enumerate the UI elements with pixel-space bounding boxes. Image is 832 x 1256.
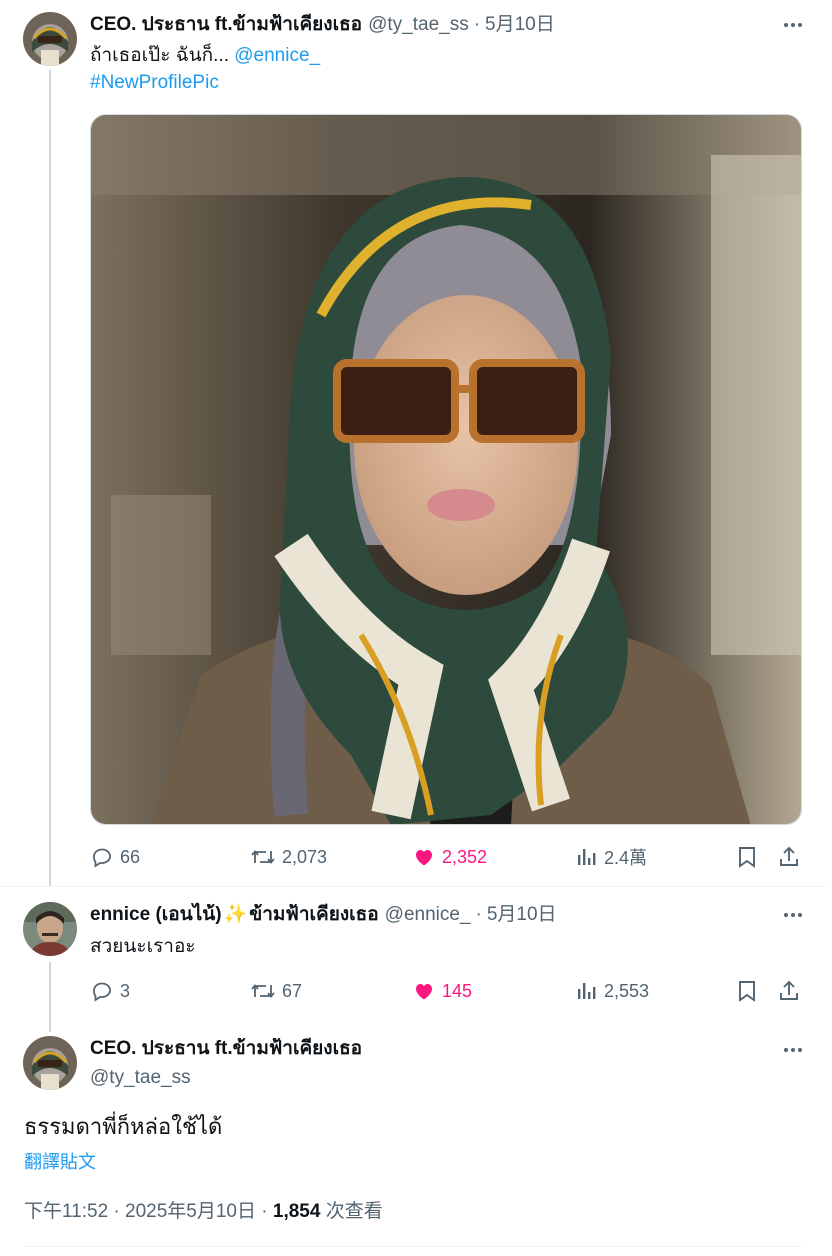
thread-line xyxy=(49,70,51,886)
display-name[interactable]: ennice (เอนไน้) xyxy=(90,903,222,927)
display-name[interactable]: CEO. ประธาน ft.ข้ามฟ้าเคียงเธอ xyxy=(90,13,362,37)
tweet-header: ennice (เอนไน้) ✨ ข้ามฟ้าเคียงเธอ @ennic… xyxy=(90,903,557,927)
thread-line xyxy=(49,962,51,1032)
heart-icon xyxy=(416,984,432,1000)
views-button[interactable]: 2,553 xyxy=(576,976,649,1006)
tweet-actions: 3 67 145 2,553 xyxy=(90,976,802,1006)
share-button[interactable] xyxy=(778,976,800,1006)
repost-count: 2,073 xyxy=(282,846,328,867)
views-count: 2,553 xyxy=(604,980,650,1001)
tweet-header: CEO. ประธาน ft.ข้ามฟ้าเคียงเธอ @ty_tae_s… xyxy=(90,13,555,37)
repost-icon xyxy=(251,984,275,998)
user-handle[interactable]: @ty_tae_ss xyxy=(90,1066,191,1090)
avatar[interactable] xyxy=(23,12,77,66)
avatar[interactable] xyxy=(23,902,77,956)
tweet-date[interactable]: 5月10日 xyxy=(487,903,557,927)
separator: · xyxy=(473,14,481,35)
divider xyxy=(0,886,826,887)
repost-count: 67 xyxy=(282,980,303,1001)
views-icon xyxy=(578,849,596,865)
views-button[interactable]: 2.4萬 xyxy=(576,842,647,872)
more-icon[interactable] xyxy=(778,1038,808,1062)
tweet-timestamp[interactable]: 下午11:52 · 2025年5月10日 · xyxy=(24,1201,273,1222)
tweet-text: ธรรมดาพี่ก็หล่อใช้ได้ xyxy=(24,1114,223,1139)
tweet-text: ถ้าเธอเป๊ะ ฉันก็... @ennice_ xyxy=(90,42,320,69)
tweet-meta: 下午11:52 · 2025年5月10日 · 1,854 次查看 xyxy=(24,1196,383,1223)
repost-button[interactable]: 67 xyxy=(250,976,302,1006)
bookmark-icon xyxy=(739,847,755,868)
like-button[interactable]: 145 xyxy=(412,976,472,1006)
mention-link[interactable]: @ennice_ xyxy=(234,45,320,66)
views-count: 2.4萬 xyxy=(604,848,648,868)
bookmark-icon xyxy=(739,981,755,1002)
reply-count: 66 xyxy=(120,846,141,867)
more-icon[interactable] xyxy=(778,903,808,927)
share-icon xyxy=(780,980,798,1000)
bookmark-button[interactable] xyxy=(736,842,758,872)
reply-icon xyxy=(93,848,111,868)
tweet-text-line: ถ้าเธอเป๊ะ ฉันก็... xyxy=(90,45,229,66)
heart-icon xyxy=(416,850,432,866)
reply-icon xyxy=(93,982,111,1002)
reply-button[interactable]: 66 xyxy=(90,842,140,872)
user-handle[interactable]: @ennice_ xyxy=(385,903,471,927)
hashtag-link[interactable]: #NewProfilePic xyxy=(90,72,219,93)
translate-link[interactable]: 翻譯貼文 xyxy=(24,1148,96,1174)
handle-line: @ty_tae_ss xyxy=(90,1066,191,1090)
sparkle-emoji: ✨ xyxy=(223,904,248,925)
tweet-text: สวยนะเราอะ xyxy=(90,936,196,957)
avatar[interactable] xyxy=(23,1036,77,1090)
display-name[interactable]: CEO. ประธาน ft.ข้ามฟ้าเคียงเธอ xyxy=(90,1037,362,1061)
reply-count: 3 xyxy=(120,980,131,1001)
share-button[interactable] xyxy=(778,842,800,872)
tweet-photo[interactable] xyxy=(90,114,802,825)
reply-button[interactable]: 3 xyxy=(90,976,130,1006)
tweet-header: CEO. ประธาน ft.ข้ามฟ้าเคียงเธอ xyxy=(90,1037,362,1061)
more-icon[interactable] xyxy=(778,13,808,37)
like-button[interactable]: 2,352 xyxy=(412,842,487,872)
like-count: 145 xyxy=(442,980,473,1001)
tweet-actions: 66 2,073 2,352 2.4萬 xyxy=(90,842,802,872)
divider xyxy=(24,1246,802,1247)
hashtag-line: #NewProfilePic xyxy=(90,69,219,96)
display-name-suffix[interactable]: ข้ามฟ้าเคียงเธอ xyxy=(249,903,378,927)
tweet-date[interactable]: 5月10日 xyxy=(485,13,555,37)
views-label: 次查看 xyxy=(320,1201,383,1222)
user-handle[interactable]: @ty_tae_ss xyxy=(368,13,469,37)
like-count: 2,352 xyxy=(442,846,488,867)
repost-button[interactable]: 2,073 xyxy=(250,842,327,872)
views-count: 1,854 xyxy=(272,1201,321,1222)
bookmark-button[interactable] xyxy=(736,976,758,1006)
repost-icon xyxy=(251,850,275,864)
share-icon xyxy=(780,846,798,866)
views-icon xyxy=(578,983,596,999)
separator: · xyxy=(475,904,482,925)
